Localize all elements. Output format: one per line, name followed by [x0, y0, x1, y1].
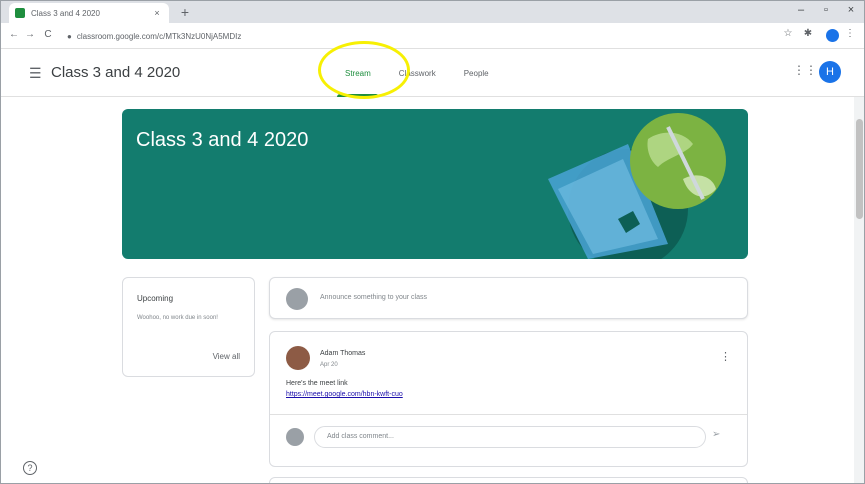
annotation-highlight-circle [318, 41, 410, 99]
stream-post: Adam Thomas Apr 20 ⋮ Here's the meet lin… [269, 331, 748, 467]
forward-icon[interactable]: → [23, 29, 37, 40]
more-options-icon[interactable]: ⋮ [720, 350, 731, 363]
tab-strip: Class 3 and 4 2020 × + – ▫ × [1, 1, 864, 23]
next-post-card [269, 477, 748, 483]
maximize-icon[interactable]: ▫ [816, 4, 836, 16]
browser-toolbar: ← → C ● classroom.google.com/c/MTk3NzU0N… [1, 23, 864, 49]
class-banner: Class 3 and 4 2020 [122, 109, 748, 259]
post-date: Apr 20 [320, 362, 338, 368]
post-body: Here's the meet link [286, 380, 348, 387]
page-scrollbar[interactable] [854, 97, 864, 483]
browser-menu-icon[interactable]: ⋮ [843, 28, 857, 39]
tab-people[interactable]: People [450, 49, 503, 97]
browser-profile-avatar[interactable] [826, 29, 839, 42]
new-tab-icon[interactable]: + [177, 4, 193, 20]
class-comment-input[interactable]: Add class comment... [314, 426, 706, 448]
classroom-favicon-icon [15, 8, 25, 18]
browser-tab[interactable]: Class 3 and 4 2020 × [9, 3, 169, 23]
extensions-icon[interactable]: ✱ [801, 28, 815, 39]
lock-icon: ● [67, 31, 72, 41]
avatar[interactable]: H [819, 61, 841, 83]
tab-close-icon[interactable]: × [151, 8, 163, 18]
back-icon[interactable]: ← [7, 29, 21, 40]
divider [270, 414, 747, 415]
bookmark-star-icon[interactable]: ☆ [781, 28, 795, 39]
post-author: Adam Thomas [320, 350, 366, 357]
close-window-icon[interactable]: × [841, 4, 861, 16]
classroom-header: ☰ Class 3 and 4 2020 Stream Classwork Pe… [1, 49, 864, 97]
upcoming-card: Upcoming Woohoo, no work due in soon! Vi… [122, 277, 255, 377]
page-title[interactable]: Class 3 and 4 2020 [51, 64, 180, 81]
browser-window: Class 3 and 4 2020 × + – ▫ × ← → C ● cla… [0, 0, 865, 484]
minimize-icon[interactable]: – [791, 4, 811, 16]
url-text: classroom.google.com/c/MTk3NzU0NjA5MDIz [76, 31, 242, 41]
hamburger-menu-icon[interactable]: ☰ [29, 65, 42, 82]
globe-illustration-icon [548, 113, 726, 259]
avatar [286, 288, 308, 310]
author-avatar [286, 346, 310, 370]
meet-link[interactable]: https://meet.google.com/hbn-kwft-cuo [286, 391, 403, 398]
announce-box[interactable]: Announce something to your class [269, 277, 748, 319]
upcoming-title: Upcoming [137, 294, 174, 303]
address-bar[interactable]: ● classroom.google.com/c/MTk3NzU0NjA5MDI… [67, 27, 767, 45]
avatar [286, 428, 304, 446]
tab-title: Class 3 and 4 2020 [31, 8, 100, 18]
help-icon[interactable]: ? [23, 461, 37, 475]
send-icon[interactable]: ➢ [712, 429, 720, 440]
scrollbar-thumb[interactable] [856, 119, 863, 219]
view-all-link[interactable]: View all [213, 352, 240, 361]
announce-placeholder: Announce something to your class [320, 294, 428, 301]
banner-title: Class 3 and 4 2020 [136, 129, 309, 151]
reload-icon[interactable]: C [41, 29, 55, 40]
upcoming-text: Woohoo, no work due in soon! [137, 315, 218, 321]
